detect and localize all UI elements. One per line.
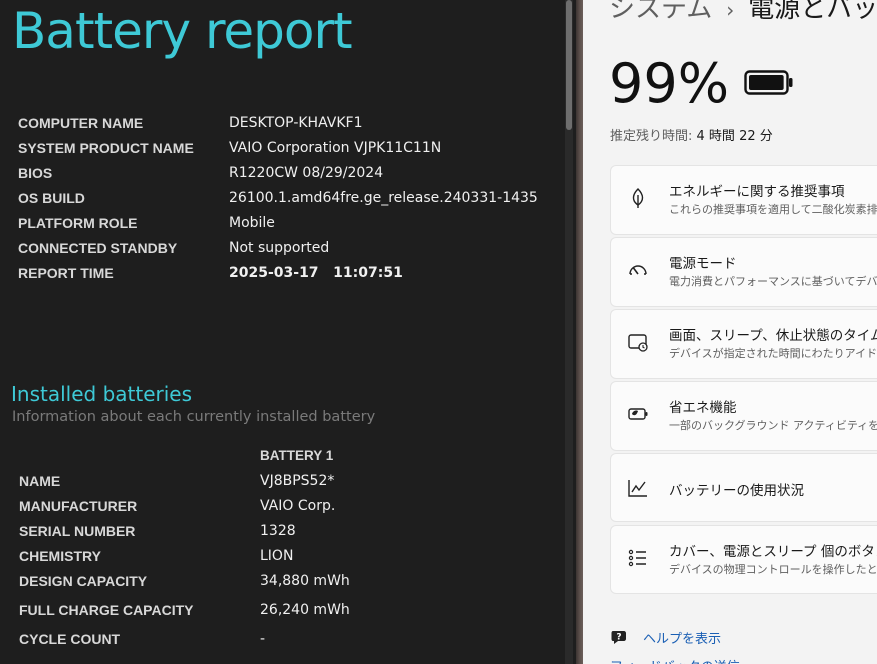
battery-row: NAME VJ8BPS52* xyxy=(19,468,350,493)
info-value: DESKTOP-KHAVKF1 xyxy=(229,114,363,131)
info-key: BIOS xyxy=(18,164,53,181)
battery-icon xyxy=(744,70,793,95)
info-value: 26100.1.amd64fre.ge_release.240331-1435 xyxy=(229,189,538,206)
system-info-table: COMPUTER NAME DESKTOP-KHAVKF1 SYSTEM PRO… xyxy=(18,110,538,285)
card-description: デバイスが指定された時間にわたりアイドル状 xyxy=(669,347,877,360)
remaining-time-value: 4 時間 22 分 xyxy=(696,129,773,144)
battery-key: CHEMISTRY xyxy=(19,547,101,564)
feedback-link[interactable]: フィードバックの送信 xyxy=(610,656,740,664)
gauge-icon xyxy=(629,265,647,275)
breadcrumb-chevron-icon: › xyxy=(726,0,735,22)
card-description: デバイスの物理コントロールを操作したときの動 xyxy=(669,563,877,576)
info-key: COMPUTER NAME xyxy=(18,114,144,131)
help-icon: ? xyxy=(611,631,626,644)
info-key: PLATFORM ROLE xyxy=(18,214,138,231)
card-lid-power-buttons[interactable]: カバー、電源とスリープ 個のボタン コント デバイスの物理コントロールを操作した… xyxy=(610,525,877,594)
breadcrumb-current: 電源とバッテリー xyxy=(748,0,877,24)
info-key: OS BUILD xyxy=(18,189,85,206)
info-row: REPORT TIME 2025-03-17 11:07:51 xyxy=(18,260,538,285)
battery-row: MANUFACTURER VAIO Corp. xyxy=(19,493,350,518)
battery-value: VJ8BPS52* xyxy=(260,472,335,489)
info-value: Not supported xyxy=(229,239,330,256)
card-title: エネルギーに関する推奨事項 xyxy=(669,184,845,200)
battery-row: CHEMISTRY LION xyxy=(19,543,350,568)
card-title: カバー、電源とスリープ 個のボタン コント xyxy=(669,544,877,560)
leaf-icon xyxy=(632,188,644,208)
battery-saver-icon xyxy=(628,408,648,420)
info-value: R1220CW 08/29/2024 xyxy=(229,164,384,181)
battery-row: SERIAL NUMBER 1328 xyxy=(19,518,350,543)
battery-fill xyxy=(749,75,784,90)
battery-value: 1328 xyxy=(260,522,296,539)
report-scrollbar[interactable] xyxy=(565,0,573,664)
info-row: CONNECTED STANDBY Not supported xyxy=(18,235,538,260)
info-row: SYSTEM PRODUCT NAME VAIO Corporation VJP… xyxy=(18,135,538,160)
card-title: 電源モード xyxy=(669,256,737,272)
card-title: バッテリーの使用状況 xyxy=(669,483,804,499)
battery-value: - xyxy=(260,630,266,647)
installed-batteries-subtitle: Information about each currently install… xyxy=(12,409,376,425)
battery-key: DESIGN CAPACITY xyxy=(19,572,148,589)
report-scroll-thumb[interactable] xyxy=(566,0,572,130)
screen-sleep-icon xyxy=(628,334,648,352)
report-time-value: 2025-03-17 11:07:51 xyxy=(229,264,403,281)
battery-key: NAME xyxy=(19,472,61,489)
info-key: CONNECTED STANDBY xyxy=(18,239,178,256)
info-row: BIOS R1220CW 08/29/2024 xyxy=(18,160,538,185)
info-value: VAIO Corporation VJPK11C11N xyxy=(229,139,442,156)
report-title: Battery report xyxy=(12,2,353,60)
card-title: 画面、スリープ、休止状態のタイムアウ xyxy=(669,328,877,344)
help-link-text[interactable]: ヘルプを表示 xyxy=(643,628,721,647)
battery-value: 34,880 mWh xyxy=(260,572,350,589)
battery-row: FULL CHARGE CAPACITY 26,240 mWh xyxy=(19,593,350,626)
window-divider xyxy=(576,0,583,664)
card-battery-saver[interactable]: 省エネ機能 一部のバックグラウンド アクティビティを制限す xyxy=(610,381,877,451)
breadcrumb: システム › 電源とバッテリー xyxy=(609,0,877,25)
info-value: Mobile xyxy=(229,214,275,231)
battery-report-window: Battery report COMPUTER NAME DESKTOP-KHA… xyxy=(0,0,562,664)
battery-value: VAIO Corp. xyxy=(260,497,336,514)
card-screen-sleep-timeouts[interactable]: 画面、スリープ、休止状態のタイムアウ デバイスが指定された時間にわたりアイドル状 xyxy=(610,309,877,379)
battery-column-header: BATTERY 1 xyxy=(260,448,334,463)
battery-value: 26,240 mWh xyxy=(260,601,350,618)
breadcrumb-parent-system[interactable]: システム xyxy=(609,0,712,24)
info-key: REPORT TIME xyxy=(18,264,114,281)
battery-row: CYCLE COUNT - xyxy=(19,626,350,651)
chart-icon xyxy=(628,480,647,497)
battery-key: SERIAL NUMBER xyxy=(19,522,136,539)
card-description: 一部のバックグラウンド アクティビティを制限す xyxy=(669,419,877,432)
card-battery-usage[interactable]: バッテリーの使用状況 xyxy=(610,453,877,522)
svg-text:?: ? xyxy=(616,633,621,643)
remaining-time-label: 推定残り時間: xyxy=(610,129,693,144)
settings-window: システム › 電源とバッテリー 99% 推定残り時間: 4 時間 22 分 エネルギ… xyxy=(583,0,877,664)
battery-info-table: NAME VJ8BPS52* MANUFACTURER VAIO Corp. S… xyxy=(19,468,350,651)
card-description: 電力消費とパフォーマンスに基づいてデバイスを xyxy=(669,275,877,288)
battery-key: FULL CHARGE CAPACITY xyxy=(19,601,194,618)
installed-batteries-heading: Installed batteries xyxy=(11,382,193,406)
info-row: OS BUILD 26100.1.amd64fre.ge_release.240… xyxy=(18,185,538,210)
card-power-mode[interactable]: 電源モード 電力消費とパフォーマンスに基づいてデバイスを xyxy=(610,237,877,307)
card-title: 省エネ機能 xyxy=(669,400,737,416)
battery-percent: 99% xyxy=(609,52,730,115)
card-energy-recommendations[interactable]: エネルギーに関する推奨事項 これらの推奨事項を適用して二酸化炭素排 xyxy=(610,165,877,235)
info-key: SYSTEM PRODUCT NAME xyxy=(18,139,194,156)
battery-key: CYCLE COUNT xyxy=(19,630,121,647)
list-settings-icon xyxy=(628,549,646,567)
card-description: これらの推奨事項を適用して二酸化炭素排 xyxy=(669,203,877,216)
info-row: PLATFORM ROLE Mobile xyxy=(18,210,538,235)
battery-key: MANUFACTURER xyxy=(19,497,138,514)
info-row: COMPUTER NAME DESKTOP-KHAVKF1 xyxy=(18,110,538,135)
battery-value: LION xyxy=(260,547,294,564)
remaining-time: 推定残り時間: 4 時間 22 分 xyxy=(610,125,773,144)
battery-row: DESIGN CAPACITY 34,880 mWh xyxy=(19,568,350,593)
